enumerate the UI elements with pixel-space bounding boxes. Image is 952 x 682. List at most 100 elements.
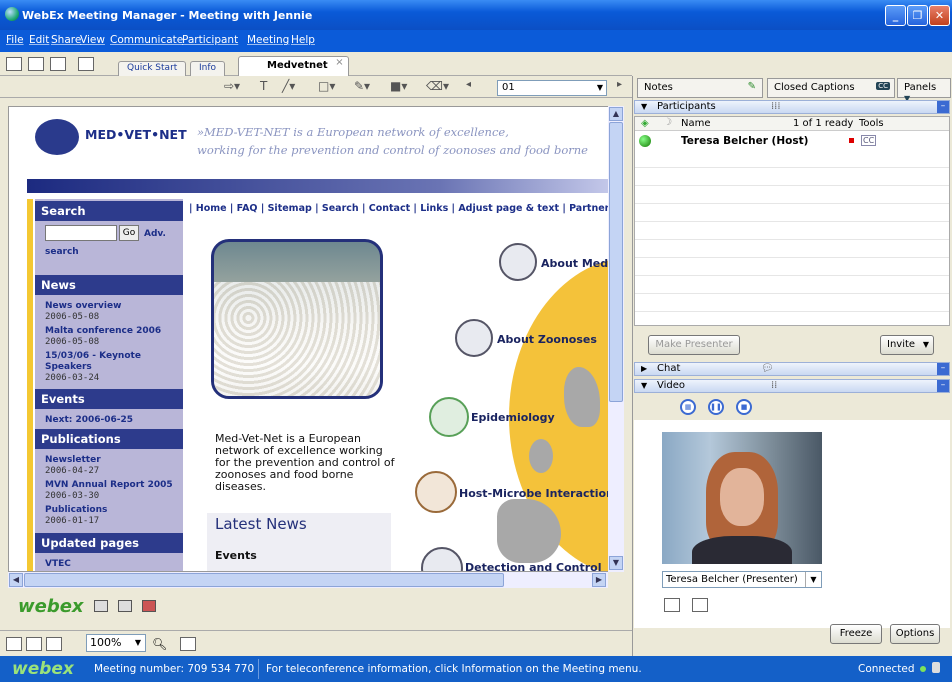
scroll-up-icon[interactable]: ▲ <box>609 107 623 121</box>
site-search-input[interactable] <box>45 225 117 241</box>
adv-search-link[interactable]: Adv. <box>144 229 166 240</box>
minimize-button[interactable]: _ <box>885 5 906 26</box>
chat-panel-header[interactable]: ▶ Chat 💬︎ – <box>634 362 950 376</box>
prev-page-icon[interactable]: ◂ <box>466 79 471 90</box>
menu-edit[interactable]: Edit <box>29 34 49 46</box>
host-microbe-icon[interactable] <box>415 471 457 513</box>
topic-about-zoonoses[interactable]: About Zoonoses <box>497 333 597 346</box>
tab-medvetnet[interactable]: Medvetnet × <box>238 56 349 76</box>
video-fullscreen-icon[interactable] <box>664 598 680 612</box>
closed-captions-tab[interactable]: Closed Captions CC <box>767 78 895 98</box>
search-link[interactable]: search <box>45 247 79 258</box>
vertical-scroll-thumb[interactable] <box>609 122 623 402</box>
minimize-panel-icon[interactable]: – <box>937 380 949 392</box>
horizontal-scrollbar[interactable]: ◀ ▶ <box>8 572 608 588</box>
publication-item[interactable]: MVN Annual Report 2005 <box>45 480 173 491</box>
news-item[interactable]: Malta conference 2006 <box>45 326 161 337</box>
options-label: Options <box>895 628 935 639</box>
topic-about-medvet[interactable]: About Med- <box>541 257 613 270</box>
color-tool-icon[interactable]: ■▾ <box>390 79 407 93</box>
site-nav[interactable]: | Home | FAQ | Sitemap | Search | Contac… <box>189 203 609 214</box>
vertical-scrollbar[interactable]: ▲ ▼ <box>608 106 624 572</box>
events-next-link[interactable]: Next: 2006-06-25 <box>45 415 133 426</box>
zoom-select[interactable]: 100% ▼ <box>86 634 146 652</box>
page-view-icon[interactable] <box>46 637 62 651</box>
menu-communicate[interactable]: Communicate <box>110 34 183 46</box>
minimize-panel-icon[interactable]: – <box>937 101 949 113</box>
menu-file[interactable]: File <box>6 34 24 46</box>
detection-control-icon[interactable] <box>421 547 463 571</box>
video-grid-icon[interactable]: ▦ <box>680 399 696 415</box>
video-pause-icon[interactable]: ❚❚ <box>708 399 724 415</box>
topic-epidemiology[interactable]: Epidemiology <box>471 411 555 424</box>
new-document-icon[interactable] <box>6 57 22 71</box>
options-button[interactable]: Options <box>890 624 940 644</box>
scroll-right-icon[interactable]: ▶ <box>592 573 606 587</box>
menu-participant[interactable]: Participant <box>182 34 238 46</box>
topic-host-microbe[interactable]: Host-Microbe Interaction <box>459 487 614 500</box>
text-tool-icon[interactable]: T <box>260 79 267 93</box>
updated-item[interactable]: VTEC <box>45 559 71 570</box>
tab-info[interactable]: Info <box>190 61 226 76</box>
video-source-select[interactable]: Teresa Belcher (Presenter) ▼ <box>662 571 822 588</box>
site-go-button[interactable]: Go <box>119 225 139 241</box>
eraser-tool-icon[interactable]: ⌫▾ <box>426 79 449 93</box>
name-column-header[interactable]: Name <box>681 118 711 129</box>
participant-name: Teresa Belcher (Host) <box>681 135 809 147</box>
about-medvet-icon[interactable] <box>499 243 537 281</box>
ready-count: 1 of 1 ready <box>793 118 854 129</box>
about-zoonoses-icon[interactable] <box>455 319 493 357</box>
scroll-down-icon[interactable]: ▼ <box>609 556 623 570</box>
minimize-panel-icon[interactable]: – <box>937 363 949 375</box>
freeze-button[interactable]: Freeze <box>830 624 882 644</box>
next-page-icon[interactable]: ▸ <box>617 79 622 90</box>
publication-item[interactable]: Newsletter <box>45 455 101 466</box>
video-panel-header[interactable]: ▼ Video ⁞⁞ – <box>634 379 950 393</box>
sync-view-icon[interactable] <box>180 637 196 651</box>
participant-row[interactable]: Teresa Belcher (Host) CC <box>635 133 949 151</box>
line-tool-icon[interactable]: ╱▾ <box>282 79 295 93</box>
news-item[interactable]: News overview <box>45 301 121 312</box>
scroll-left-icon[interactable]: ◀ <box>9 573 23 587</box>
menu-help[interactable]: Help <box>291 34 315 46</box>
zoom-icon[interactable]: 🔍︎ <box>152 637 167 651</box>
share-desktop-icon[interactable] <box>118 600 132 612</box>
rectangle-tool-icon[interactable]: □▾ <box>318 79 335 93</box>
share-app-icon[interactable] <box>94 600 108 612</box>
whiteboard-icon[interactable] <box>50 57 66 71</box>
restore-button[interactable]: ❐ <box>907 5 928 26</box>
epidemiology-icon[interactable] <box>429 397 469 437</box>
participants-panel-header[interactable]: ▼ Participants ⁞⁞⁞ – <box>634 100 950 114</box>
video-stop-icon[interactable]: ■ <box>736 399 752 415</box>
topic-detection-control[interactable]: Detection and Control <box>465 561 602 571</box>
cc-tool-icon[interactable]: CC <box>861 135 877 146</box>
tab-quick-start[interactable]: Quick Start <box>118 61 187 76</box>
cc-icon: CC <box>876 82 890 90</box>
notes-tab[interactable]: Notes ✎ <box>637 78 763 98</box>
horizontal-scroll-thumb[interactable] <box>24 573 504 587</box>
make-presenter-label: Make Presenter <box>655 339 733 350</box>
open-document-icon[interactable] <box>28 57 44 71</box>
video-popout-icon[interactable] <box>692 598 708 612</box>
collapse-icon: ▼ <box>641 381 648 390</box>
news-date: 2006-05-08 <box>45 312 100 322</box>
thumbnail-view-icon[interactable] <box>26 637 42 651</box>
full-view-icon[interactable] <box>6 637 22 651</box>
pointer-icon[interactable]: ⇨▾ <box>224 79 240 93</box>
edit-icon[interactable] <box>78 57 94 71</box>
invite-button[interactable]: Invite ▼ <box>880 335 934 355</box>
menu-view[interactable]: View <box>80 34 105 46</box>
page-select[interactable]: 01 ▼ <box>497 80 607 96</box>
menu-share[interactable]: Share <box>51 34 81 46</box>
stop-sharing-icon[interactable] <box>142 600 156 612</box>
tab-close-icon[interactable]: × <box>335 57 343 68</box>
make-presenter-button[interactable]: Make Presenter <box>648 335 740 355</box>
publication-item[interactable]: Publications <box>45 505 107 516</box>
close-button[interactable]: ✕ <box>929 5 950 26</box>
latest-news-heading: Latest News <box>215 515 307 533</box>
news-item[interactable]: 15/03/06 - Keynote Speakers <box>45 351 185 373</box>
panels-menu[interactable]: Panels ▼ <box>897 78 951 103</box>
status-bar: webex Meeting number: 709 534 770 For te… <box>0 656 952 682</box>
highlighter-tool-icon[interactable]: ✎▾ <box>354 79 370 93</box>
menu-meeting[interactable]: Meeting <box>247 34 289 46</box>
